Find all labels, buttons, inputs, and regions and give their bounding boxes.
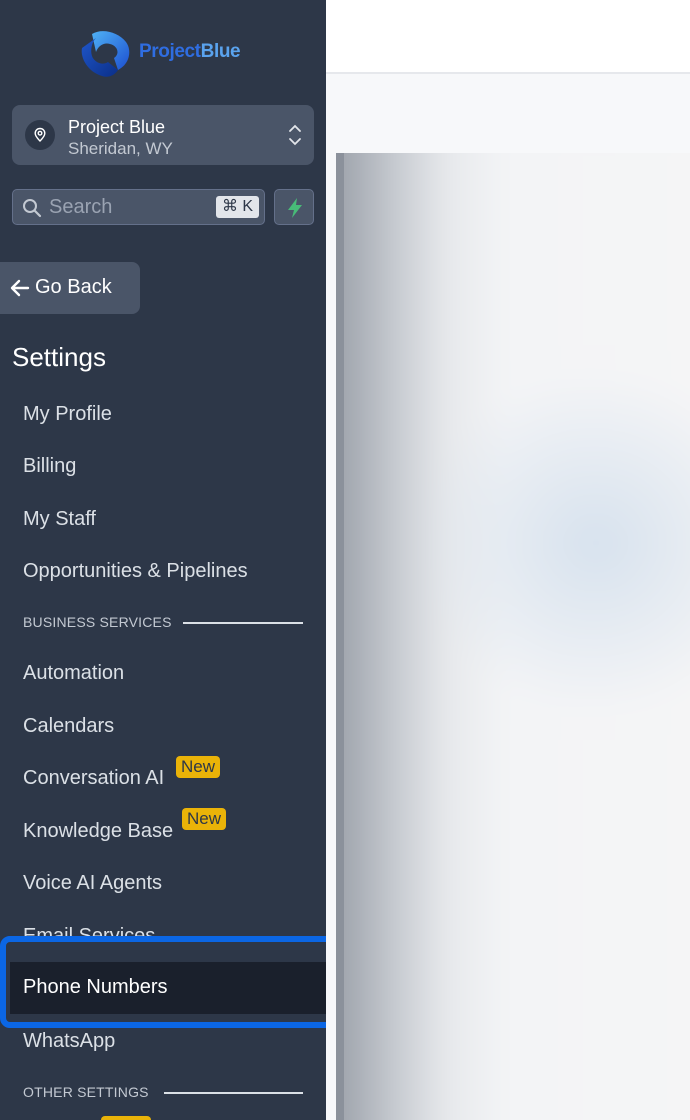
account-switcher[interactable]: Project Blue Sheridan, WY — [12, 105, 314, 165]
brand-name-light: Blue — [200, 41, 241, 62]
top-header-bar — [326, 0, 690, 74]
sidebar-item-billing[interactable]: Billing — [23, 455, 76, 478]
new-badge-partial — [101, 1116, 151, 1120]
account-name: Project Blue — [68, 117, 166, 137]
section-divider — [164, 1092, 303, 1094]
account-location: Sheridan, WY — [68, 139, 173, 158]
settings-heading: Settings — [12, 342, 106, 372]
blurred-content-edge — [336, 153, 344, 1120]
sidebar-item-my-profile[interactable]: My Profile — [23, 403, 112, 426]
blurred-content-panel — [336, 153, 690, 1120]
blurred-content — [336, 153, 690, 1120]
brand-name-bold: Project — [139, 41, 201, 62]
go-back-button[interactable]: Go Back — [0, 262, 140, 314]
search-icon — [23, 199, 42, 218]
sidebar-item-automation[interactable]: Automation — [23, 662, 124, 685]
section-header-other-settings: OTHER SETTINGS — [23, 1084, 149, 1100]
sidebar-item-conversation-ai[interactable]: Conversation AI — [23, 767, 164, 790]
chevron-up-down-icon — [289, 124, 301, 146]
go-back-label: Go Back — [35, 276, 112, 298]
quick-actions-button[interactable] — [274, 189, 314, 225]
location-pin-icon — [25, 120, 55, 150]
new-badge: New — [182, 808, 227, 830]
lightning-bolt-icon — [288, 198, 302, 218]
new-badge: New — [176, 756, 221, 778]
section-divider — [183, 622, 303, 624]
sidebar-item-voice-ai-agents[interactable]: Voice AI Agents — [23, 872, 162, 895]
sidebar-item-my-staff[interactable]: My Staff — [23, 508, 96, 531]
keyboard-shortcut-badge: ⌘ K — [216, 196, 259, 218]
arrow-left-icon — [10, 279, 30, 297]
sidebar-item-whatsapp[interactable]: WhatsApp — [23, 1030, 115, 1053]
selection-highlight-box — [0, 936, 343, 1028]
search-input[interactable] — [49, 195, 219, 219]
brand-logo[interactable]: ProjectBlue — [78, 28, 253, 78]
brand-name: ProjectBlue — [139, 41, 241, 63]
logo-mark-icon — [81, 31, 130, 77]
search-box[interactable]: ⌘ K — [12, 189, 265, 225]
section-header-business-services: BUSINESS SERVICES — [23, 614, 172, 630]
sidebar-item-knowledge-base[interactable]: Knowledge Base — [23, 820, 173, 843]
sidebar-item-calendars[interactable]: Calendars — [23, 715, 114, 738]
sidebar-item-opportunities-pipelines[interactable]: Opportunities & Pipelines — [23, 560, 248, 583]
